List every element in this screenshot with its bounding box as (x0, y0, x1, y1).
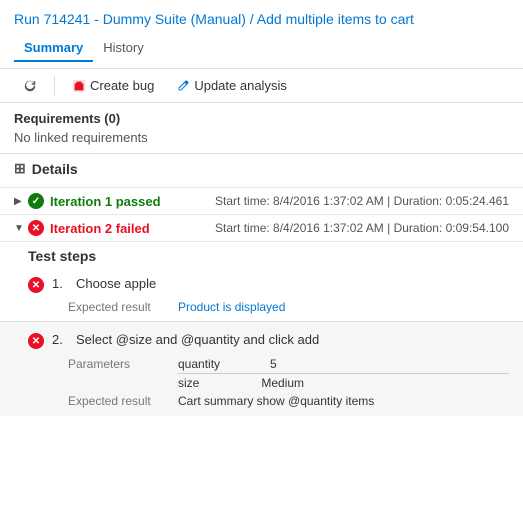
iteration-2-meta: Start time: 8/4/2016 1:37:02 AM | Durati… (215, 221, 509, 235)
iteration-1-row[interactable]: ▶ ✓ Iteration 1 passed Start time: 8/4/2… (0, 187, 523, 214)
step-2-row: ✕ 2. Select @size and @quantity and clic… (28, 328, 509, 353)
step-2-expected-label: Expected result (68, 394, 178, 408)
step-1-row: ✕ 1. Choose apple (28, 272, 509, 297)
refresh-button[interactable] (14, 75, 46, 97)
params-row-2: size Medium (178, 374, 509, 390)
details-title: Details (32, 161, 78, 177)
details-expand-icon[interactable]: ⊞ (14, 160, 26, 177)
step-2-number: 2. (52, 332, 68, 347)
refresh-icon (23, 79, 37, 93)
iteration-1-toggle[interactable]: ▶ (14, 196, 28, 207)
iteration-1-label: Iteration 1 passed (50, 194, 161, 209)
tab-history[interactable]: History (93, 36, 153, 62)
pencil-icon (176, 79, 190, 93)
step-2-text: Select @size and @quantity and click add (76, 332, 319, 347)
no-linked-requirements: No linked requirements (14, 130, 509, 145)
iteration-2-status-icon: ✕ (28, 220, 44, 236)
step-1-text: Choose apple (76, 276, 156, 291)
step-2-expected-value: Cart summary show @quantity items (178, 394, 374, 408)
step-2-section: ✕ 2. Select @size and @quantity and clic… (0, 321, 523, 416)
step-2-params-label: Parameters (68, 357, 178, 390)
iteration-2-label: Iteration 2 failed (50, 221, 150, 236)
param-quantity-value: 5 (270, 357, 277, 371)
step-1-number: 1. (52, 276, 68, 291)
requirements-title: Requirements (0) (14, 111, 509, 126)
create-bug-button[interactable]: Create bug (63, 74, 163, 97)
params-row-1: quantity 5 (178, 357, 509, 374)
step-1-status-icon: ✕ (28, 277, 44, 293)
page-header: Run 714241 - Dummy Suite (Manual) / Add … (0, 0, 523, 69)
toolbar-divider-1 (54, 76, 55, 96)
iteration-2-toggle[interactable]: ▼ (14, 223, 28, 234)
param-size-value: Medium (261, 376, 304, 390)
iteration-2-row[interactable]: ▼ ✕ Iteration 2 failed Start time: 8/4/2… (0, 214, 523, 241)
param-size-name: size (178, 376, 199, 390)
param-quantity-name: quantity (178, 357, 220, 371)
iteration-1-status-icon: ✓ (28, 193, 44, 209)
update-analysis-label: Update analysis (194, 78, 287, 93)
create-bug-label: Create bug (90, 78, 154, 93)
step-1-expected-label: Expected result (68, 300, 178, 314)
update-analysis-button[interactable]: Update analysis (167, 74, 296, 97)
step-1-expected-row: Expected result Product is displayed (68, 297, 509, 317)
details-header: ⊞ Details (14, 160, 509, 177)
requirements-section: Requirements (0) No linked requirements (0, 103, 523, 154)
test-steps-section: Test steps ✕ 1. Choose apple Expected re… (0, 241, 523, 321)
tab-bar: Summary History (14, 36, 509, 62)
step-2-params-container: Parameters quantity 5 size Medium (68, 357, 509, 390)
bug-icon (72, 79, 86, 93)
test-steps-title: Test steps (28, 248, 509, 264)
iteration-1-meta: Start time: 8/4/2016 1:37:02 AM | Durati… (215, 194, 509, 208)
toolbar: Create bug Update analysis (0, 69, 523, 103)
step-1-expected-value: Product is displayed (178, 300, 285, 314)
step-2-expected-row: Expected result Cart summary show @quant… (68, 394, 509, 408)
details-section: ⊞ Details (0, 154, 523, 187)
step-2-status-icon: ✕ (28, 333, 44, 349)
tab-summary[interactable]: Summary (14, 36, 93, 62)
step-2-params-content: quantity 5 size Medium (178, 357, 509, 390)
page-title: Run 714241 - Dummy Suite (Manual) / Add … (14, 10, 509, 28)
